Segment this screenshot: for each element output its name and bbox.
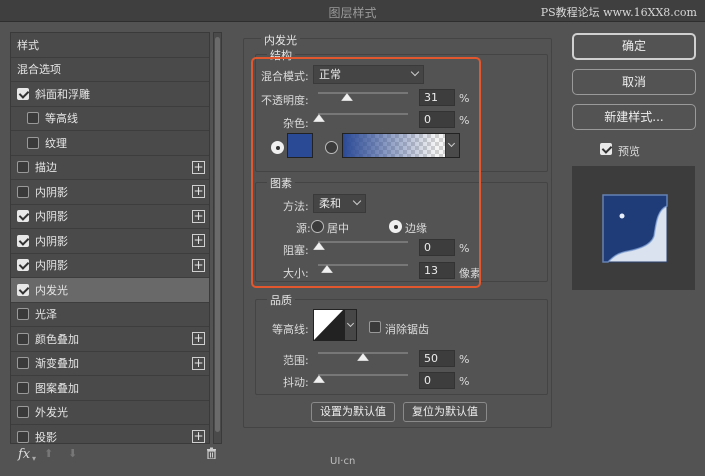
- cancel-button[interactable]: 取消: [572, 69, 696, 95]
- site-watermark: PS教程论坛 www.16XX8.com: [540, 6, 697, 19]
- preview-checkbox[interactable]: [600, 143, 612, 155]
- fx-icon[interactable]: fx: [18, 447, 30, 462]
- style-preview: [572, 166, 695, 290]
- bottom-watermark: UI·cn: [330, 456, 356, 467]
- jitter-label: 抖动:: [283, 376, 309, 389]
- style-list-item[interactable]: 内阴影 +: [11, 229, 209, 254]
- style-list-item[interactable]: 纹理: [11, 131, 209, 156]
- quality-title: 品质: [267, 292, 295, 308]
- reset-default-button[interactable]: 复位为默认值: [403, 402, 487, 422]
- range-input[interactable]: 50: [419, 350, 455, 367]
- chevron-down-icon: [346, 319, 355, 328]
- style-list-label: 内阴影: [35, 210, 68, 224]
- style-list-item[interactable]: 混合选项: [11, 57, 209, 82]
- style-checkbox[interactable]: [17, 185, 29, 198]
- style-list-item[interactable]: 斜面和浮雕: [11, 82, 209, 107]
- ok-button[interactable]: 确定: [572, 33, 696, 60]
- style-list-label: 样式: [17, 38, 39, 52]
- style-list-footer: fx ▾ ⬆ ⬇: [10, 444, 224, 468]
- style-list-label: 内发光: [35, 283, 68, 297]
- antialias-checkbox[interactable]: [369, 321, 381, 333]
- range-unit: %: [459, 353, 470, 366]
- jitter-input[interactable]: 0: [419, 372, 455, 389]
- style-list-label: 外发光: [35, 406, 68, 420]
- style-checkbox[interactable]: [17, 87, 29, 100]
- style-list-label: 纹理: [45, 136, 67, 150]
- preview-label[interactable]: 预览: [618, 143, 640, 159]
- style-list-item[interactable]: 图案叠加: [11, 376, 209, 401]
- jitter-slider-track[interactable]: [318, 374, 408, 376]
- style-checkbox[interactable]: [17, 406, 29, 419]
- contour-linear-icon: [314, 310, 343, 340]
- add-effect-icon[interactable]: +: [192, 430, 205, 443]
- title-bar: 图层样式 PS教程论坛 www.16XX8.com: [0, 0, 705, 22]
- style-list-item[interactable]: 渐变叠加 +: [11, 351, 209, 376]
- set-default-button[interactable]: 设置为默认值: [311, 402, 395, 422]
- add-effect-icon[interactable]: +: [192, 258, 205, 272]
- style-checkbox[interactable]: [17, 161, 29, 174]
- style-list-label: 等高线: [45, 112, 78, 126]
- style-list: 样式混合选项斜面和浮雕等高线纹理描边 + 内阴影 + 内阴影 + 内阴影 + 内阴影 + 内发光光泽…: [10, 32, 210, 444]
- scrollbar-thumb[interactable]: [215, 37, 220, 432]
- style-list-item[interactable]: 样式: [11, 33, 209, 58]
- fx-dropdown-icon[interactable]: ▾: [32, 454, 36, 463]
- style-list-item[interactable]: 内阴影 +: [11, 253, 209, 278]
- move-down-icon[interactable]: ⬇: [68, 447, 77, 460]
- style-checkbox[interactable]: [17, 234, 29, 247]
- style-list-label: 斜面和浮雕: [35, 87, 90, 101]
- antialias-label[interactable]: 消除锯齿: [385, 321, 429, 337]
- style-checkbox[interactable]: [17, 381, 29, 394]
- inner-glow-title: 内发光: [261, 32, 300, 48]
- style-list-label: 内阴影: [35, 234, 68, 248]
- add-effect-icon[interactable]: +: [192, 185, 205, 198]
- contour-label: 等高线:: [272, 323, 309, 336]
- move-up-icon[interactable]: ⬆: [44, 447, 53, 460]
- add-effect-icon[interactable]: +: [192, 234, 205, 247]
- add-effect-icon[interactable]: +: [192, 160, 205, 174]
- style-list-item[interactable]: 内阴影 +: [11, 204, 209, 229]
- style-checkbox[interactable]: [17, 259, 29, 272]
- contour-preview[interactable]: [313, 309, 344, 341]
- style-list-label: 描边: [35, 161, 57, 175]
- style-checkbox[interactable]: [17, 332, 29, 345]
- style-list-item[interactable]: 描边 +: [11, 155, 209, 180]
- style-list-item[interactable]: 等高线: [11, 106, 209, 131]
- preview-thumbnail: [602, 194, 668, 263]
- style-list-label: 内阴影: [35, 185, 68, 199]
- style-list-label: 内阴影: [35, 259, 68, 273]
- style-list-label: 光泽: [35, 308, 57, 322]
- style-checkbox[interactable]: [17, 430, 29, 443]
- style-list-scrollbar[interactable]: [213, 32, 222, 444]
- style-list-item[interactable]: 投影 +: [11, 425, 209, 444]
- style-list-label: 颜色叠加: [35, 332, 79, 346]
- style-checkbox[interactable]: [17, 210, 29, 223]
- style-list-label: 投影: [35, 430, 57, 444]
- style-list-label: 图案叠加: [35, 381, 79, 395]
- style-list-label: 混合选项: [17, 63, 61, 77]
- style-list-item[interactable]: 外发光: [11, 400, 209, 425]
- new-style-button[interactable]: 新建样式...: [572, 104, 696, 130]
- add-effect-icon[interactable]: +: [192, 332, 205, 345]
- annotation-highlight: [251, 57, 481, 288]
- add-effect-icon[interactable]: +: [192, 356, 205, 370]
- add-effect-icon[interactable]: +: [192, 209, 205, 223]
- style-list-item[interactable]: 内发光: [11, 278, 209, 303]
- range-label: 范围:: [283, 354, 309, 367]
- jitter-unit: %: [459, 375, 470, 388]
- style-checkbox[interactable]: [17, 357, 29, 370]
- contour-dropdown[interactable]: [344, 309, 357, 341]
- style-list-item[interactable]: 光泽: [11, 302, 209, 327]
- style-list-item[interactable]: 颜色叠加 +: [11, 327, 209, 352]
- style-checkbox[interactable]: [17, 283, 29, 296]
- style-list-label: 渐变叠加: [35, 357, 79, 371]
- style-checkbox[interactable]: [27, 136, 39, 149]
- style-checkbox[interactable]: [17, 308, 29, 321]
- style-list-item[interactable]: 内阴影 +: [11, 180, 209, 205]
- trash-icon[interactable]: [206, 447, 217, 462]
- style-checkbox[interactable]: [27, 112, 39, 125]
